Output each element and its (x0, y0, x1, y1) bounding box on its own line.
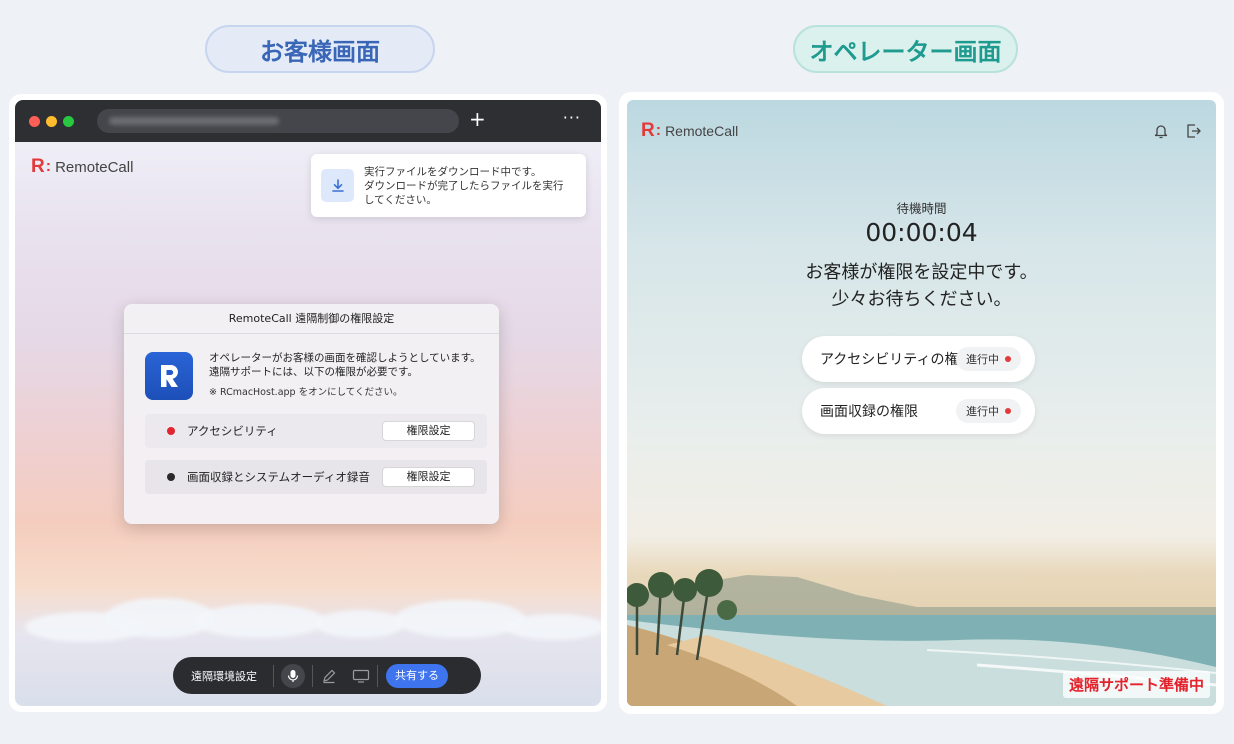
customer-panel: + ··· R : RemoteCall 実行ファイルをダウンロード中です。 ダ… (9, 94, 607, 712)
cloud-decoration (15, 590, 601, 650)
operator-message-line2: 少々お待ちください。 (831, 289, 1012, 310)
download-icon (321, 169, 354, 202)
logout-icon[interactable] (1184, 122, 1202, 144)
permission-row-accessibility: アクセシビリティ 権限設定 (145, 414, 487, 448)
in-progress-badge: 進行中 (956, 347, 1021, 371)
operator-screen-label: オペレーター画面 (793, 25, 1018, 73)
share-button[interactable]: 共有する (386, 663, 448, 688)
remote-support-preparing-label: 遠隔サポート準備中 (1062, 671, 1210, 698)
logo-r: R (641, 120, 655, 141)
status-dot-red (167, 427, 175, 435)
microphone-icon[interactable] (281, 663, 305, 688)
screen-icon[interactable] (345, 669, 377, 683)
toast-line2: ダウンロードが完了したらファイルを実行 (364, 179, 564, 192)
toolbar-divider (377, 664, 378, 687)
permission-dialog: RemoteCall 遠隔制御の権限設定 オペレーターがお客様の画面を確認しよう… (124, 304, 499, 524)
badge-text: 進行中 (966, 405, 999, 418)
logo-colon: : (655, 122, 662, 139)
permission-row-screen-recording: 画面収録とシステムオーディオ録音 権限設定 (145, 460, 487, 494)
pen-icon[interactable] (313, 668, 345, 684)
customer-screen-label: お客様画面 (205, 25, 435, 73)
minimize-window-button[interactable] (46, 115, 57, 127)
new-tab-button[interactable]: + (469, 107, 486, 131)
logo-text: RemoteCall (665, 123, 739, 139)
logo-r: R (31, 156, 45, 177)
permission-label: アクセシビリティ (187, 424, 278, 438)
permission-label: 画面収録とシステムオーディオ録音 (187, 470, 370, 484)
status-label: 画面収録の権限 (820, 404, 918, 420)
status-dot-red (1005, 408, 1011, 414)
wait-time-label: 待機時間 (896, 201, 947, 216)
toolbar-divider (273, 664, 274, 687)
permission-settings-button[interactable]: 権限設定 (382, 421, 475, 441)
screen-recording-permission-status: 画面収録の権限 進行中 (802, 388, 1035, 434)
toast-line3: してください。 (364, 193, 437, 206)
browser-toolbar: + ··· (15, 100, 601, 142)
dialog-message-line1: オペレーターがお客様の画面を確認しようとしています。 (209, 352, 481, 364)
toast-message: 実行ファイルをダウンロード中です。 ダウンロードが完了したらファイルを実行 して… (364, 165, 564, 207)
dialog-note: ※ RCmacHost.app をオンにしてください。 (209, 387, 403, 398)
operator-message-line1: お客様が権限を設定中です。 (805, 262, 1038, 283)
permission-settings-button[interactable]: 権限設定 (382, 467, 475, 487)
remotecall-logo: R : RemoteCall (641, 120, 738, 142)
address-bar[interactable] (97, 109, 459, 133)
logo-colon: : (45, 158, 52, 175)
remotecall-logo: R : RemoteCall (31, 156, 133, 178)
customer-browser: + ··· R : RemoteCall 実行ファイルをダウンロード中です。 ダ… (15, 100, 601, 706)
dialog-message: オペレーターがお客様の画面を確認しようとしています。 遠隔サポートには、以下の権… (209, 351, 481, 379)
bell-icon[interactable] (1152, 122, 1170, 144)
session-toolbar: 遠隔環境設定 共有する (173, 657, 481, 694)
operator-header-icons (1152, 122, 1202, 144)
toast-line1: 実行ファイルをダウンロード中です。 (364, 165, 542, 178)
dialog-title: RemoteCall 遠隔制御の権限設定 (124, 304, 499, 334)
maximize-window-button[interactable] (63, 115, 74, 127)
status-dot-red (1005, 356, 1011, 362)
download-toast: 実行ファイルをダウンロード中です。 ダウンロードが完了したらファイルを実行 して… (311, 154, 586, 217)
in-progress-badge: 進行中 (956, 399, 1021, 423)
status-dot-dark (167, 473, 175, 481)
more-menu-button[interactable]: ··· (563, 108, 581, 127)
wait-timer: 00:00:04 (865, 218, 978, 247)
accessibility-permission-status: アクセシビリティの権限 進行中 (802, 336, 1035, 382)
dialog-message-line2: 遠隔サポートには、以下の権限が必要です。 (209, 366, 418, 378)
badge-text: 進行中 (966, 353, 999, 366)
close-window-button[interactable] (29, 115, 40, 127)
logo-text: RemoteCall (55, 158, 134, 176)
app-logo-icon (145, 352, 193, 400)
remote-settings-button[interactable]: 遠隔環境設定 (191, 668, 273, 684)
status-label: アクセシビリティの権限 (820, 352, 973, 368)
operator-panel: R : RemoteCall 待機時間 00:00:04 お客様が権限を設定中で… (619, 92, 1224, 714)
blurred-url (109, 117, 279, 125)
operator-screen: R : RemoteCall 待機時間 00:00:04 お客様が権限を設定中で… (627, 100, 1216, 706)
